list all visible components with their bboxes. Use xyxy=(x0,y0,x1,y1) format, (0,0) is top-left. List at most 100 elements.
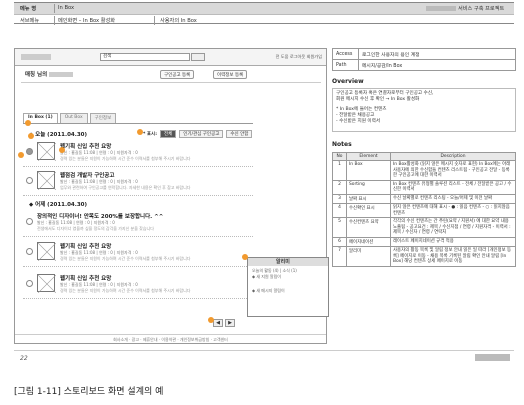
item-desc: 업무와 관련하여 구인공고를 연락합니다. 자세한 내용은 확인 후 참고 바랍… xyxy=(60,185,191,190)
sort-all[interactable]: 전체 xyxy=(160,130,177,138)
item-title[interactable]: 장의적인 디자이너! 안목도 200%를 보장합니다. ^^ xyxy=(37,212,163,220)
note-element: 수신컨텐츠 요약 xyxy=(346,217,391,238)
list-item[interactable]: 장의적인 디자이너! 안목도 200%를 보장합니다. ^^ 발신 : 홍길동 … xyxy=(23,209,253,237)
list-item[interactable]: 웹기획 신입 추천 요망 발신 : 홍길동 11:08 | 연령 : 0 | 지… xyxy=(23,239,253,267)
sort-options: * 표시: 전체 인기/관심 구인공고 수신 안함 xyxy=(143,130,253,138)
item-desc: 경력 있는 분들은 지원이 가능하며 시간 준수 이력서를 첨부해 주시기 바랍… xyxy=(60,156,191,161)
col-description: Description xyxy=(390,152,516,161)
col-element: Element xyxy=(346,152,391,161)
header-row-menu: 메뉴 명 In Box 서비스 구축 프로젝트 xyxy=(14,3,514,14)
info-key: Path xyxy=(332,59,359,71)
note-desc: In Box활성화 (읽지 않은 메시지 숫자로 표현) In Box에는 아래… xyxy=(390,160,516,181)
info-key: Access xyxy=(332,48,359,60)
wireframe-footer: 회사소개 · 광고 · 제휴안내 · 이용약관 · 개인정보취급방침 · 고객센… xyxy=(15,334,326,343)
note-no: 7 xyxy=(332,245,347,267)
storyboard-header: 메뉴 명 In Box 서비스 구축 프로젝트 서브메뉴 메인화면 – In B… xyxy=(14,2,514,25)
note-desc: 레이스트 페이지네이션 규격 적용 xyxy=(390,236,516,247)
thumbnail-icon xyxy=(37,142,56,161)
read-status-icon xyxy=(26,280,33,287)
col-no: No xyxy=(332,152,347,161)
sort-resume[interactable]: 수신 안함 xyxy=(226,130,253,138)
item-desc: 경력 있는 분들은 지원이 가능하며 시간 준수 이력서를 첨부해 주시기 바랍… xyxy=(60,288,191,293)
annotation-marker-5 xyxy=(59,147,65,153)
table-row: 4 수신확인 표시 읽지 않은 컨텐츠에 대해 표시 - ● : 읽음 컨텐츠 … xyxy=(332,202,516,219)
note-no: 3 xyxy=(332,193,347,204)
read-status-icon xyxy=(26,218,33,225)
info-table: Access 로그인한 사용자의 용인 계정 Path 메시지/공감/In Bo… xyxy=(332,48,516,71)
page-footer-line xyxy=(14,350,514,351)
item-title[interactable]: 웹기획 신입 추천 요망 xyxy=(60,142,111,150)
greeting: 매칭 님의 xyxy=(25,70,74,78)
note-element: In Box xyxy=(346,160,391,181)
yesterday-header: ◆ 어제 (2011.04.30) xyxy=(29,202,88,208)
menu-label: 메뉴 명 xyxy=(20,6,37,12)
list-item[interactable]: 웹기획 신입 추천 요망 발신 : 홍길동 11:08 | 연령 : 0 | 지… xyxy=(23,271,253,299)
note-no: 4 xyxy=(332,202,347,219)
popup-title: 알리미 xyxy=(248,258,328,266)
note-desc: In Box 컨텐츠 유형별 솔루션 리스트 - 전체 / 전달받은 공고 / … xyxy=(390,179,516,195)
note-no: 1 xyxy=(332,160,347,181)
overview-box: 구인공고 등록자 혹은 연결자로부터 구인공고 수신, 회원 메시지 수신 후 … xyxy=(332,88,516,132)
note-element: 수신확인 표시 xyxy=(346,202,391,219)
wireframe-screen: 검색 전 도움 로그아웃 회원가입 매칭 님의 구인공고 등록 이력정보 등록 … xyxy=(14,48,329,344)
popup-line-2[interactable]: ◆ 새 메시지 알림이 xyxy=(252,288,324,294)
table-row: 7 알리미 사용자의 활동 목록 및 알림 정보 안내 읽은 일 따라 [개인정… xyxy=(332,245,516,267)
company-logo-blur xyxy=(426,6,456,11)
popup-body: 오늘의 활동 (4) | 소식 (1) ◆ 새 지원 알림이 ◆ 새 메시지 알… xyxy=(248,266,328,296)
list-item[interactable]: 웹점검 개발자 구인공고 발신 : 홍길동 11:08 | 연령 : 0 | 지… xyxy=(23,168,253,196)
list-item[interactable]: 웹기획 신입 추천 요망 발신 : 홍길동 11:08 | 연령 : 0 | 지… xyxy=(23,139,253,167)
tab-outbox[interactable]: Out Box xyxy=(59,113,88,123)
notes-header-row: No Element Description xyxy=(332,152,516,161)
overview-title: Overview xyxy=(332,78,364,85)
figure-caption: [그림 1-11] 스토리보드 화면 설계의 예 xyxy=(14,387,164,397)
inbox-tabs: In Box (1) Out Box 구인정보 xyxy=(23,113,118,123)
prev-page-icon[interactable]: ◀ xyxy=(213,319,223,327)
note-desc: 읽지 않은 컨텐츠에 대해 표시 - ● : 읽음 컨텐츠 - ○ : 읽지않음… xyxy=(390,202,516,219)
overview-line: - 수신받은 지원 이력서 xyxy=(336,119,381,124)
note-no: 2 xyxy=(332,179,347,195)
search-input[interactable]: 검색 xyxy=(100,53,190,61)
greeting-text: 매칭 님의 xyxy=(25,72,48,78)
notes-table: No Element Description 1 In Box In Box활성… xyxy=(332,152,516,267)
note-no: 6 xyxy=(332,236,347,247)
sort-label: * 표시: xyxy=(143,132,157,137)
note-element: Sorting xyxy=(346,179,391,195)
thumbnail-icon xyxy=(37,242,56,261)
item-title[interactable]: 웹기획 신입 추천 요망 xyxy=(60,242,111,250)
storyboard-page: 메뉴 명 In Box 서비스 구축 프로젝트 서브메뉴 메인화면 – In B… xyxy=(0,0,524,380)
divider xyxy=(21,82,321,83)
today-header: ◆ 오늘 (2011.04.30) xyxy=(29,132,88,138)
screen-title: 사용자의 In Box xyxy=(160,18,197,24)
post-job-button[interactable]: 구인공고 등록 xyxy=(160,70,195,79)
note-desc: 사용자의 활동 목록 및 알림 정보 안내 읽은 일 따라 [개인정보 등록] … xyxy=(390,245,516,267)
submenu-value: 메인화면 – In Box 활성화 xyxy=(58,18,116,24)
user-name-blur xyxy=(49,72,74,77)
sort-job-post[interactable]: 인기/관심 구인공고 xyxy=(179,130,224,138)
top-links[interactable]: 전 도움 로그아웃 회원가입 xyxy=(276,54,322,60)
annotation-marker-7 xyxy=(242,254,248,260)
note-element: 알리미 xyxy=(346,245,391,267)
service-name: 서비스 구축 프로젝트 xyxy=(458,6,505,12)
register-resume-button[interactable]: 이력정보 등록 xyxy=(213,70,248,79)
annotation-marker-4 xyxy=(18,152,24,158)
item-desc: 전생에서도 디자이너 였을까 싶을 정도의 감각을 가지신 분을 찾습니다 xyxy=(37,226,154,231)
tab-job-info[interactable]: 구인정보 xyxy=(89,113,117,123)
header-row-submenu: 서브메뉴 메인화면 – In Box 활성화 사용자의 In Box xyxy=(14,14,514,25)
item-title[interactable]: 웹점검 개발자 구인공고 xyxy=(60,171,114,179)
search-button[interactable] xyxy=(191,53,205,61)
read-status-icon xyxy=(26,148,33,155)
next-page-icon[interactable]: ▶ xyxy=(225,319,235,327)
tab-underline xyxy=(23,123,253,124)
read-status-icon xyxy=(26,177,33,184)
inbox-panel: In Box (1) Out Box 구인정보 ◆ 오늘 (2011.04.30… xyxy=(23,113,253,318)
info-row-access: Access 로그인한 사용자의 용인 계정 xyxy=(332,48,516,60)
annotation-marker-6 xyxy=(208,317,214,323)
item-desc: 경력 있는 분들은 지원이 가능하며 시간 준수 이력서를 첨부해 주시기 바랍… xyxy=(60,256,191,261)
table-row: 5 수신컨텐츠 요약 각각의 수신 컨텐츠는 간 추린(요약 / 지원서) 에 … xyxy=(332,217,516,238)
table-row: 3 날짜 표시 수신 날짜별로 컨텐츠 리스팅 - 오늘/어제 및 이전 날짜 xyxy=(332,193,516,204)
thumbnail-icon xyxy=(37,171,56,190)
note-element: 페이지네이션 xyxy=(346,236,391,247)
item-title[interactable]: 웹기획 신입 추천 요망 xyxy=(60,274,111,282)
notes-title: Notes xyxy=(332,141,352,148)
note-desc: 각각의 수신 컨텐츠는 간 추린(요약 / 지원서) 에 대한 요약 내용 노출… xyxy=(390,217,516,238)
